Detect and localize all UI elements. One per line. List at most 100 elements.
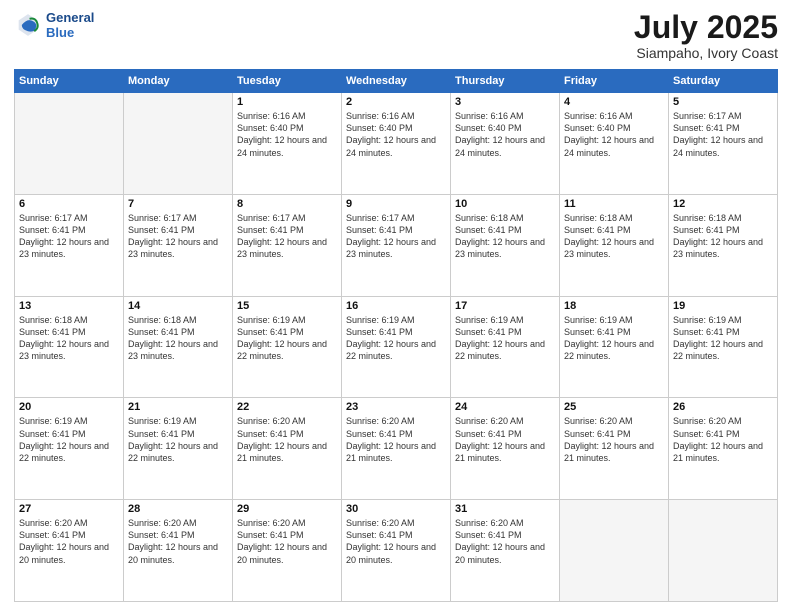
day-info: Sunrise: 6:16 AM Sunset: 6:40 PM Dayligh…	[346, 110, 446, 159]
day-number: 5	[673, 96, 773, 108]
day-number: 7	[128, 198, 228, 210]
day-info: Sunrise: 6:20 AM Sunset: 6:41 PM Dayligh…	[237, 517, 337, 566]
calendar-cell	[15, 93, 124, 195]
calendar-cell: 22 Sunrise: 6:20 AM Sunset: 6:41 PM Dayli…	[233, 398, 342, 500]
calendar-cell: 13 Sunrise: 6:18 AM Sunset: 6:41 PM Dayli…	[15, 296, 124, 398]
day-info: Sunrise: 6:18 AM Sunset: 6:41 PM Dayligh…	[19, 314, 119, 363]
weekday-header-wednesday: Wednesday	[342, 70, 451, 93]
day-info: Sunrise: 6:19 AM Sunset: 6:41 PM Dayligh…	[19, 415, 119, 464]
day-info: Sunrise: 6:20 AM Sunset: 6:41 PM Dayligh…	[346, 415, 446, 464]
week-row-5: 27 Sunrise: 6:20 AM Sunset: 6:41 PM Dayli…	[15, 500, 778, 602]
calendar-cell: 10Sunrise: 6:18 AM Sunset: 6:41 PM Dayli…	[451, 194, 560, 296]
day-number: 1	[237, 96, 337, 108]
day-info: Sunrise: 6:20 AM Sunset: 6:41 PM Dayligh…	[455, 415, 555, 464]
calendar-cell: 9Sunrise: 6:17 AM Sunset: 6:41 PM Daylig…	[342, 194, 451, 296]
day-info: Sunrise: 6:20 AM Sunset: 6:41 PM Dayligh…	[673, 415, 773, 464]
calendar-cell: 19 Sunrise: 6:19 AM Sunset: 6:41 PM Dayli…	[669, 296, 778, 398]
main-title: July 2025	[634, 10, 778, 45]
calendar-cell: 23Sunrise: 6:20 AM Sunset: 6:41 PM Dayli…	[342, 398, 451, 500]
weekday-header-monday: Monday	[124, 70, 233, 93]
calendar-cell: 4Sunrise: 6:16 AM Sunset: 6:40 PM Daylig…	[560, 93, 669, 195]
day-info: Sunrise: 6:19 AM Sunset: 6:41 PM Dayligh…	[564, 314, 664, 363]
calendar-cell: 14Sunrise: 6:18 AM Sunset: 6:41 PM Dayli…	[124, 296, 233, 398]
day-number: 3	[455, 96, 555, 108]
subtitle: Siampaho, Ivory Coast	[634, 45, 778, 61]
day-number: 20	[19, 401, 119, 413]
day-info: Sunrise: 6:16 AM Sunset: 6:40 PM Dayligh…	[564, 110, 664, 159]
week-row-3: 13 Sunrise: 6:18 AM Sunset: 6:41 PM Dayli…	[15, 296, 778, 398]
title-block: July 2025 Siampaho, Ivory Coast	[634, 10, 778, 61]
day-info: Sunrise: 6:20 AM Sunset: 6:41 PM Dayligh…	[564, 415, 664, 464]
calendar-cell: 21 Sunrise: 6:19 AM Sunset: 6:41 PM Dayli…	[124, 398, 233, 500]
day-info: Sunrise: 6:17 AM Sunset: 6:41 PM Dayligh…	[128, 212, 228, 261]
calendar-cell: 31Sunrise: 6:20 AM Sunset: 6:41 PM Dayli…	[451, 500, 560, 602]
calendar-cell: 3 Sunrise: 6:16 AM Sunset: 6:40 PM Daylig…	[451, 93, 560, 195]
week-row-1: 1 Sunrise: 6:16 AM Sunset: 6:40 PM Daylig…	[15, 93, 778, 195]
calendar-cell: 7 Sunrise: 6:17 AM Sunset: 6:41 PM Daylig…	[124, 194, 233, 296]
calendar-cell: 6Sunrise: 6:17 AM Sunset: 6:41 PM Daylig…	[15, 194, 124, 296]
weekday-header-friday: Friday	[560, 70, 669, 93]
calendar-cell: 29 Sunrise: 6:20 AM Sunset: 6:41 PM Dayli…	[233, 500, 342, 602]
week-row-4: 20 Sunrise: 6:19 AM Sunset: 6:41 PM Dayli…	[15, 398, 778, 500]
weekday-header-sunday: Sunday	[15, 70, 124, 93]
day-info: Sunrise: 6:19 AM Sunset: 6:41 PM Dayligh…	[237, 314, 337, 363]
day-number: 30	[346, 503, 446, 515]
day-number: 17	[455, 300, 555, 312]
calendar-cell: 5 Sunrise: 6:17 AM Sunset: 6:41 PM Daylig…	[669, 93, 778, 195]
day-info: Sunrise: 6:18 AM Sunset: 6:41 PM Dayligh…	[128, 314, 228, 363]
day-number: 8	[237, 198, 337, 210]
calendar-cell: 1Sunrise: 6:16 AM Sunset: 6:40 PM Daylig…	[233, 93, 342, 195]
day-number: 22	[237, 401, 337, 413]
day-number: 11	[564, 198, 664, 210]
day-info: Sunrise: 6:19 AM Sunset: 6:41 PM Dayligh…	[346, 314, 446, 363]
day-number: 21	[128, 401, 228, 413]
weekday-header-row: SundayMondayTuesdayWednesdayThursdayFrid…	[15, 70, 778, 93]
logo: General Blue	[14, 10, 94, 40]
day-number: 26	[673, 401, 773, 413]
logo-text: General Blue	[46, 10, 94, 40]
day-info: Sunrise: 6:20 AM Sunset: 6:41 PM Dayligh…	[237, 415, 337, 464]
calendar-cell: 15 Sunrise: 6:19 AM Sunset: 6:41 PM Dayli…	[233, 296, 342, 398]
calendar-cell: 8 Sunrise: 6:17 AM Sunset: 6:41 PM Daylig…	[233, 194, 342, 296]
calendar-cell	[669, 500, 778, 602]
calendar-cell: 18 Sunrise: 6:19 AM Sunset: 6:41 PM Dayli…	[560, 296, 669, 398]
weekday-header-thursday: Thursday	[451, 70, 560, 93]
day-info: Sunrise: 6:17 AM Sunset: 6:41 PM Dayligh…	[237, 212, 337, 261]
calendar-cell: 16 Sunrise: 6:19 AM Sunset: 6:41 PM Dayli…	[342, 296, 451, 398]
day-number: 25	[564, 401, 664, 413]
weekday-header-saturday: Saturday	[669, 70, 778, 93]
day-number: 27	[19, 503, 119, 515]
weekday-header-tuesday: Tuesday	[233, 70, 342, 93]
day-number: 18	[564, 300, 664, 312]
day-info: Sunrise: 6:19 AM Sunset: 6:41 PM Dayligh…	[673, 314, 773, 363]
logo-icon	[14, 11, 42, 39]
day-info: Sunrise: 6:18 AM Sunset: 6:41 PM Dayligh…	[564, 212, 664, 261]
day-number: 13	[19, 300, 119, 312]
day-info: Sunrise: 6:20 AM Sunset: 6:41 PM Dayligh…	[128, 517, 228, 566]
calendar-cell: 30 Sunrise: 6:20 AM Sunset: 6:41 PM Dayli…	[342, 500, 451, 602]
page: General Blue July 2025 Siampaho, Ivory C…	[0, 0, 792, 612]
day-info: Sunrise: 6:16 AM Sunset: 6:40 PM Dayligh…	[455, 110, 555, 159]
day-number: 16	[346, 300, 446, 312]
day-number: 19	[673, 300, 773, 312]
calendar-cell: 25 Sunrise: 6:20 AM Sunset: 6:41 PM Dayli…	[560, 398, 669, 500]
day-number: 15	[237, 300, 337, 312]
header: General Blue July 2025 Siampaho, Ivory C…	[14, 10, 778, 61]
day-number: 28	[128, 503, 228, 515]
day-info: Sunrise: 6:17 AM Sunset: 6:41 PM Dayligh…	[673, 110, 773, 159]
day-number: 29	[237, 503, 337, 515]
day-info: Sunrise: 6:19 AM Sunset: 6:41 PM Dayligh…	[128, 415, 228, 464]
week-row-2: 6 Sunrise: 6:17 AM Sunset: 6:41 PM Daylig…	[15, 194, 778, 296]
day-number: 6	[19, 198, 119, 210]
calendar-cell: 2Sunrise: 6:16 AM Sunset: 6:40 PM Daylig…	[342, 93, 451, 195]
day-number: 10	[455, 198, 555, 210]
calendar-cell: 26 Sunrise: 6:20 AM Sunset: 6:41 PM Dayli…	[669, 398, 778, 500]
calendar-cell: 24Sunrise: 6:20 AM Sunset: 6:41 PM Dayli…	[451, 398, 560, 500]
day-info: Sunrise: 6:20 AM Sunset: 6:41 PM Dayligh…	[346, 517, 446, 566]
day-number: 31	[455, 503, 555, 515]
calendar-cell: 12Sunrise: 6:18 AM Sunset: 6:41 PM Dayli…	[669, 194, 778, 296]
day-number: 12	[673, 198, 773, 210]
calendar-cell: 27Sunrise: 6:20 AM Sunset: 6:41 PM Dayli…	[15, 500, 124, 602]
day-info: Sunrise: 6:19 AM Sunset: 6:41 PM Dayligh…	[455, 314, 555, 363]
calendar-cell: 11 Sunrise: 6:18 AM Sunset: 6:41 PM Dayli…	[560, 194, 669, 296]
